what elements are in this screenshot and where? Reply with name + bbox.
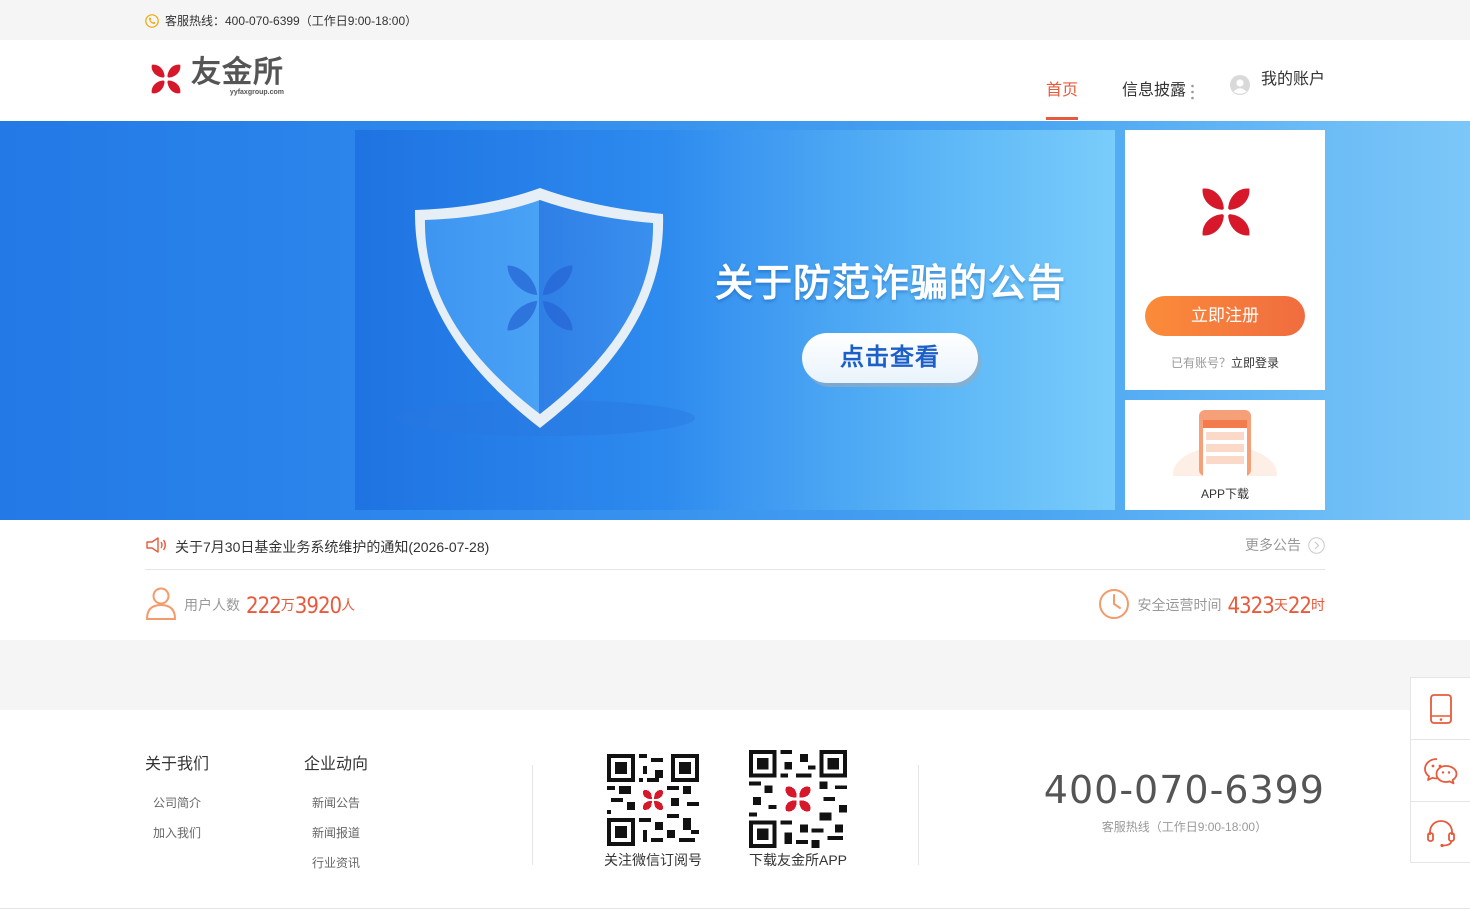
qr-code-icon [607, 754, 699, 846]
banner-carousel[interactable]: 关于防范诈骗的公告 点击查看 [355, 130, 1115, 510]
more-notices-label: 更多公告 [1245, 537, 1301, 553]
register-button[interactable]: 立即注册 [1145, 296, 1305, 336]
banner-cta-button[interactable]: 点击查看 [802, 333, 978, 383]
footer-link-press[interactable]: 新闻报道 [312, 826, 368, 856]
qr-app-label: 下载友金所APP [748, 852, 847, 868]
logo-domain: yyfaxgroup.com [229, 89, 284, 96]
stat-users-count: 3920 [294, 594, 342, 619]
phone-icon [145, 13, 159, 28]
user-icon [145, 587, 177, 620]
hotline-text: 客服热线：400-070-6399（工作日9:00-18:00） [165, 14, 418, 28]
footer-link-announcements[interactable]: 新闻公告 [312, 796, 368, 826]
megaphone-icon [146, 537, 166, 553]
stat-users-label: 用户人数 [184, 597, 240, 613]
footer-hotline-number: 400-070-6399 [1043, 768, 1325, 812]
login-link[interactable]: 立即登录 [1231, 356, 1279, 370]
nav-disclosure[interactable]: 信息披露 [1121, 40, 1194, 120]
floating-sidebar [1410, 677, 1470, 863]
mobile-app-icon [1173, 410, 1277, 476]
logo-text: 友金所 [191, 56, 284, 89]
register-card: 立即注册 已有账号？立即登录 [1125, 130, 1325, 390]
stat-uptime: 安全运营时间 4323 天 22 时 [1098, 586, 1325, 620]
brand-flower-icon [1202, 188, 1250, 236]
stat-uptime-unit-day: 天 [1273, 597, 1288, 613]
footer-divider [918, 765, 919, 865]
qr-code-icon [749, 750, 847, 848]
stat-users: 用户人数 222 万 3920 人 [145, 586, 355, 620]
qr-app: 下载友金所APP [748, 750, 848, 870]
stat-users-unit-ren: 人 [341, 597, 356, 613]
stat-uptime-label: 安全运营时间 [1137, 597, 1222, 613]
more-notices-link[interactable]: 更多公告 [1245, 535, 1325, 555]
stat-users-wan: 222 [246, 594, 282, 619]
chevron-right-icon [1308, 536, 1325, 554]
wechat-icon [1423, 757, 1457, 784]
tablet-icon [1429, 693, 1452, 724]
nav-home[interactable]: 首页 [1045, 40, 1078, 120]
login-prompt-line: 已有账号？立即登录 [1125, 354, 1325, 371]
main-nav: 首页 信息披露 我的账户 [1002, 40, 1325, 120]
header: 友金所 yyfaxgroup.com 首页 信息披露 我的账户 [0, 40, 1470, 120]
footer-news: 企业动向 新闻公告 新闻报道 行业资讯 [304, 750, 368, 886]
login-prompt: 已有账号？ [1170, 356, 1231, 370]
stat-uptime-unit-hour: 时 [1311, 597, 1325, 613]
footer-divider [532, 765, 533, 865]
stat-uptime-hours: 22 [1287, 594, 1312, 619]
nav-disclosure-label: 信息披露 [1121, 82, 1186, 99]
sidebar-customer-service[interactable] [1411, 802, 1470, 864]
stat-users-unit-wan: 万 [280, 597, 295, 613]
footer-link-industry[interactable]: 行业资讯 [312, 856, 368, 886]
avatar-icon [1229, 75, 1250, 95]
notice-bar: 关于7月30日基金业务系统维护的通知(2026-07-28) 更多公告 [145, 520, 1325, 570]
qr-wechat: 关注微信订阅号 [603, 754, 703, 870]
logo[interactable]: 友金所 yyfaxgroup.com [145, 57, 284, 101]
hero-section: 关于防范诈骗的公告 点击查看 立即注册 已有账号？立即登录 APP下载 [0, 121, 1470, 520]
app-download-card[interactable]: APP下载 [1125, 400, 1325, 510]
footer-news-title: 企业动向 [304, 756, 369, 773]
headset-icon [1426, 820, 1455, 848]
footer-hotline: 400-070-6399 客服热线（工作日9:00-18:00） [1044, 768, 1325, 835]
sidebar-wechat[interactable] [1411, 740, 1470, 802]
footer-link-company[interactable]: 公司简介 [153, 796, 209, 826]
footer-about: 关于我们 公司简介 加入我们 [145, 750, 209, 856]
sidebar-app-download[interactable] [1411, 678, 1470, 740]
more-dots-icon [1191, 84, 1194, 100]
section-gap [0, 640, 1470, 710]
stats-bar: 用户人数 222 万 3920 人 安全运营时间 4323 天 22 时 [145, 570, 1325, 640]
shield-icon [395, 188, 695, 436]
app-download-label: APP下载 [1200, 487, 1249, 501]
nav-account-label: 我的账户 [1260, 71, 1325, 88]
clock-icon [1099, 589, 1130, 619]
brand-flower-icon [151, 64, 181, 94]
stat-uptime-days: 4323 [1227, 594, 1274, 619]
nav-my-account[interactable]: 我的账户 [1229, 40, 1325, 120]
banner-title: 关于防范诈骗的公告 [715, 260, 1067, 305]
footer: 关于我们 公司简介 加入我们 企业动向 新闻公告 新闻报道 行业资讯 关注微信订… [0, 710, 1470, 923]
footer-divider [0, 908, 1470, 909]
footer-about-title: 关于我们 [145, 756, 210, 773]
footer-hotline-hours: 客服热线（工作日9:00-18:00） [1101, 820, 1268, 834]
top-bar: 客服热线：400-070-6399（工作日9:00-18:00） [0, 0, 1470, 40]
notice-link[interactable]: 关于7月30日基金业务系统维护的通知(2026-07-28) [175, 537, 489, 557]
footer-link-join[interactable]: 加入我们 [153, 826, 209, 856]
qr-wechat-label: 关注微信订阅号 [604, 852, 702, 868]
